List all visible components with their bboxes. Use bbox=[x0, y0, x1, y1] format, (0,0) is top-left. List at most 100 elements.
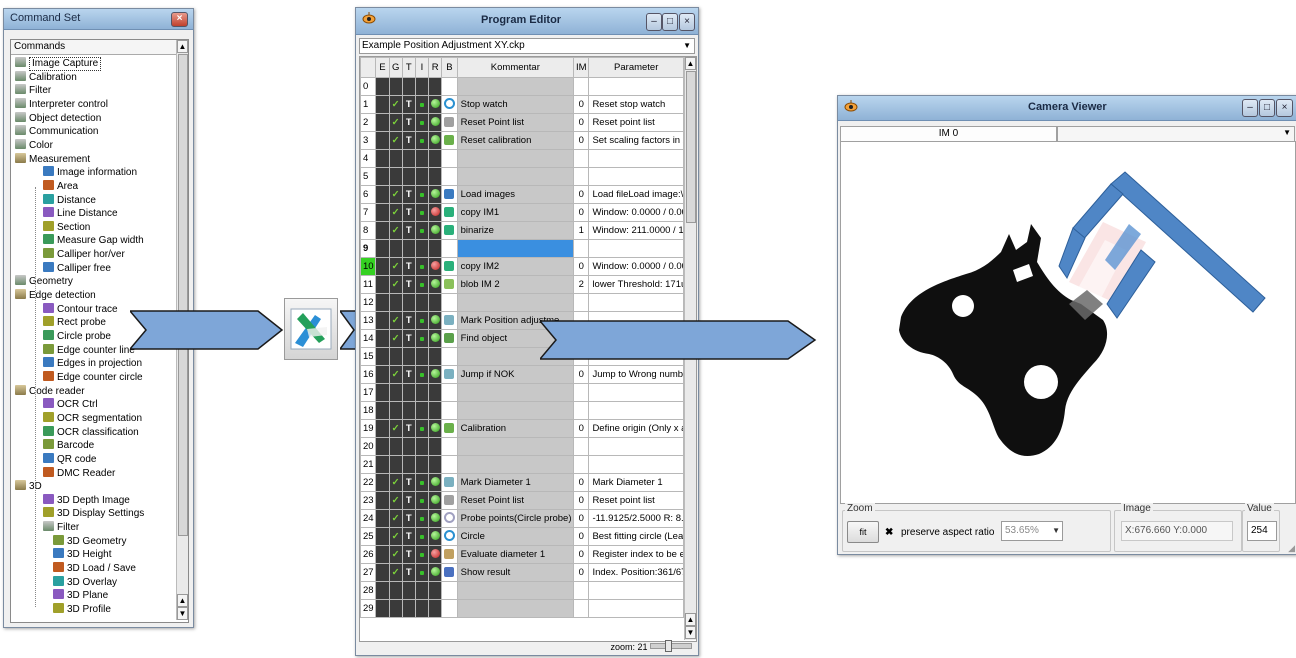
col-i[interactable] bbox=[414, 383, 430, 402]
parameter-cell[interactable] bbox=[588, 455, 684, 474]
col-g[interactable]: ✓ bbox=[388, 113, 403, 132]
col-r[interactable] bbox=[428, 221, 443, 240]
col-t[interactable] bbox=[401, 293, 416, 312]
col-b[interactable] bbox=[441, 167, 458, 186]
scroll-up-icon[interactable]: ▲ bbox=[177, 40, 188, 53]
comment-cell[interactable] bbox=[456, 293, 575, 312]
program-row[interactable]: 19 ✓T Calibration0Define origin (Only x an… bbox=[360, 419, 684, 438]
col-r[interactable] bbox=[428, 437, 443, 456]
column-header[interactable]: G bbox=[388, 57, 403, 78]
program-row[interactable]: 1 ✓ T Stop watch 0 Reset stop watch bbox=[360, 95, 684, 114]
comment-cell[interactable] bbox=[456, 149, 575, 168]
tree-item[interactable]: Image information bbox=[43, 166, 137, 179]
col-e[interactable] bbox=[375, 563, 390, 582]
col-b[interactable] bbox=[441, 311, 458, 330]
scroll-up-icon[interactable]: ▲ bbox=[685, 613, 696, 626]
parameter-cell[interactable] bbox=[588, 581, 684, 600]
col-g[interactable]: ✓ bbox=[388, 131, 403, 150]
camera-image[interactable] bbox=[840, 141, 1296, 504]
col-e[interactable] bbox=[375, 419, 390, 438]
tree-item[interactable]: Edge detection bbox=[15, 289, 96, 302]
col-e[interactable] bbox=[375, 185, 390, 204]
col-i[interactable] bbox=[414, 167, 430, 186]
col-t[interactable] bbox=[401, 437, 416, 456]
im-cell[interactable] bbox=[573, 437, 590, 456]
tree-item[interactable]: Filter bbox=[43, 521, 79, 534]
col-g[interactable] bbox=[388, 599, 403, 618]
col-b[interactable] bbox=[441, 329, 458, 348]
col-g[interactable]: ✓ bbox=[388, 257, 403, 276]
col-g[interactable]: ✓ bbox=[388, 221, 403, 240]
program-row[interactable]: 25 ✓T Circle0Best fitting circle (Least s bbox=[360, 527, 684, 546]
col-t[interactable]: T bbox=[401, 491, 416, 510]
close-icon[interactable]: × bbox=[679, 13, 695, 31]
col-e[interactable] bbox=[375, 203, 390, 222]
col-r[interactable] bbox=[428, 563, 443, 582]
comment-cell[interactable]: Calibration bbox=[456, 419, 575, 438]
parameter-cell[interactable]: Load fileLoad image:\Tra bbox=[588, 185, 684, 204]
col-b[interactable] bbox=[441, 473, 458, 492]
tree-item[interactable]: Line Distance bbox=[43, 207, 118, 220]
col-g[interactable]: ✓ bbox=[388, 419, 403, 438]
preserve-aspect-checkbox[interactable]: ✖ bbox=[885, 527, 893, 538]
im-cell[interactable] bbox=[573, 293, 590, 312]
parameter-cell[interactable]: Best fitting circle (Least s bbox=[588, 527, 684, 546]
scroll-down-icon[interactable]: ▼ bbox=[685, 626, 696, 639]
col-e[interactable] bbox=[375, 329, 390, 348]
comment-cell[interactable]: binarize bbox=[456, 221, 575, 240]
tree-item[interactable]: Image Capture bbox=[15, 57, 102, 71]
minimize-icon[interactable]: – bbox=[646, 13, 662, 31]
tree-item[interactable]: Measure Gap width bbox=[43, 234, 144, 247]
program-row[interactable]: 7 ✓ Tcopy IM1 0 Window: 0.0000 / 0.000 bbox=[360, 203, 684, 222]
tree-item[interactable]: Interpreter control bbox=[15, 97, 108, 111]
im-cell[interactable] bbox=[573, 581, 590, 600]
comment-cell[interactable]: Show result bbox=[456, 563, 575, 582]
col-t[interactable] bbox=[401, 581, 416, 600]
im-cell[interactable]: 0 bbox=[573, 419, 590, 438]
col-t[interactable]: T bbox=[401, 419, 416, 438]
col-g[interactable] bbox=[388, 437, 403, 456]
tree-item[interactable]: Calliper hor/ver bbox=[43, 248, 125, 261]
col-e[interactable] bbox=[375, 545, 390, 564]
col-g[interactable] bbox=[388, 293, 403, 312]
tree-item[interactable]: Communication bbox=[15, 125, 98, 138]
col-i[interactable] bbox=[414, 149, 430, 168]
comment-cell[interactable]: copy IM1 bbox=[456, 203, 575, 222]
comment-cell[interactable] bbox=[456, 77, 575, 96]
col-i[interactable] bbox=[414, 437, 430, 456]
comment-cell[interactable]: Load images bbox=[456, 185, 575, 204]
col-i[interactable] bbox=[414, 347, 430, 366]
col-b[interactable] bbox=[441, 599, 458, 618]
col-e[interactable] bbox=[375, 347, 390, 366]
col-t[interactable]: T bbox=[401, 113, 416, 132]
tree-item[interactable]: 3D Load / Save bbox=[53, 562, 136, 575]
col-i[interactable] bbox=[414, 491, 430, 510]
col-r[interactable] bbox=[428, 383, 443, 402]
col-r[interactable] bbox=[428, 293, 443, 312]
col-e[interactable] bbox=[375, 275, 390, 294]
col-e[interactable] bbox=[375, 221, 390, 240]
dropdown-arrow-icon[interactable]: ▼ bbox=[1052, 522, 1060, 540]
col-b[interactable] bbox=[441, 419, 458, 438]
col-r[interactable] bbox=[428, 311, 443, 330]
im-cell[interactable]: 0 bbox=[573, 113, 590, 132]
program-row[interactable]: 22 ✓ T Mark Diameter 1 0 Mark Diameter 1 bbox=[360, 473, 684, 492]
program-row[interactable]: 0 bbox=[360, 77, 684, 96]
tree-item[interactable]: Edge counter circle bbox=[43, 370, 143, 384]
col-t[interactable] bbox=[401, 401, 416, 420]
tree-item[interactable]: Color bbox=[15, 138, 53, 152]
tree-item[interactable]: 3D Profile bbox=[53, 603, 111, 616]
program-row[interactable]: 16 ✓ T Jump if NOK 0 Jump to Wrong number bbox=[360, 365, 684, 384]
comment-cell[interactable] bbox=[456, 581, 575, 600]
col-r[interactable] bbox=[428, 185, 443, 204]
parameter-cell[interactable]: -11.9125/2.5000 R: 8.1 bbox=[588, 509, 684, 528]
col-t[interactable]: T bbox=[401, 365, 416, 384]
im-cell[interactable]: 2 bbox=[573, 275, 590, 294]
program-row[interactable]: 12 bbox=[360, 293, 684, 312]
col-r[interactable] bbox=[428, 203, 443, 222]
col-r[interactable] bbox=[428, 473, 443, 492]
col-t[interactable]: T bbox=[401, 131, 416, 150]
comment-cell[interactable] bbox=[456, 455, 575, 474]
column-header[interactable] bbox=[360, 57, 377, 78]
col-i[interactable] bbox=[414, 293, 430, 312]
